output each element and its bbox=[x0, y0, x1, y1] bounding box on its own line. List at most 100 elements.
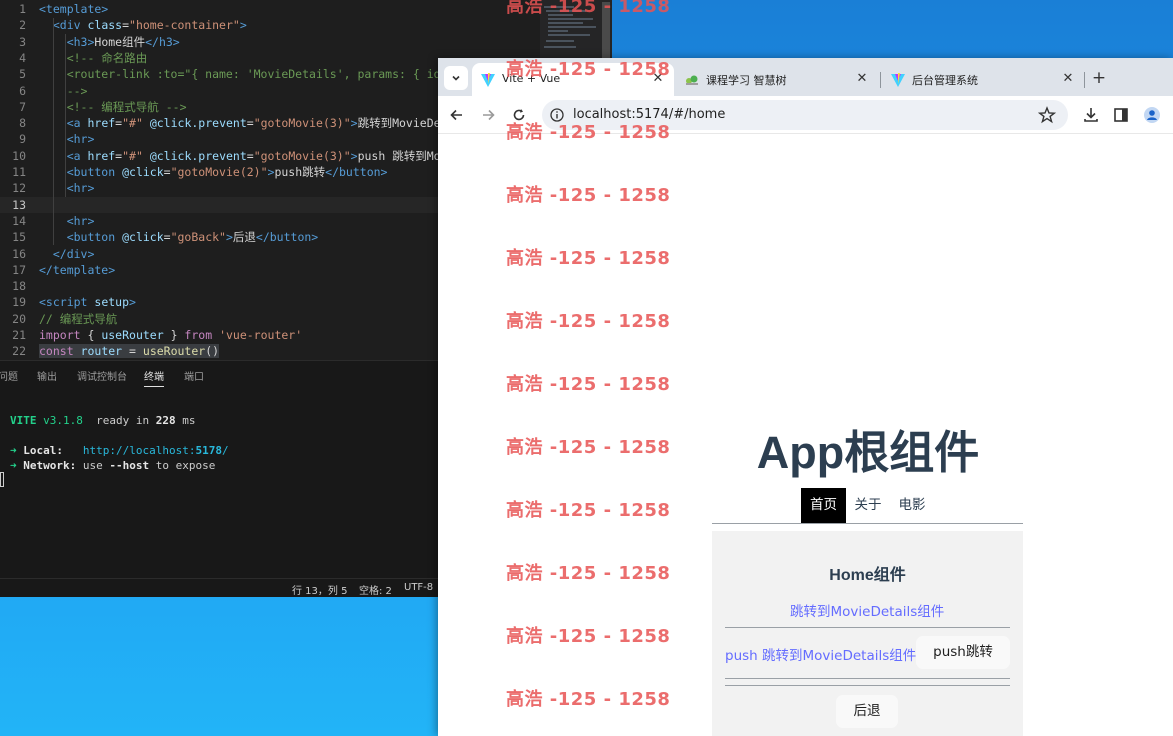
code-text: </div> bbox=[39, 246, 95, 261]
status-indentation[interactable]: 空格: 2 bbox=[359, 582, 392, 597]
panel-tab-terminal[interactable]: 终端 bbox=[144, 368, 164, 387]
code-text: <div class="home-container"> bbox=[39, 18, 247, 33]
app-nav: 首页 关于 电影 bbox=[712, 488, 1023, 524]
terminal-network-line: ➜ Network: use --host to expose bbox=[10, 459, 216, 472]
back-button[interactable] bbox=[446, 104, 468, 126]
panel-tab-debug-console[interactable]: 调试控制台 bbox=[77, 368, 127, 383]
code-text: import { useRouter } from 'vue-router' bbox=[39, 328, 303, 342]
code-text: --> bbox=[39, 83, 88, 98]
watermark-text: 高浩 -125 - 1258 bbox=[506, 374, 671, 395]
tab-label: 后台管理系统 bbox=[912, 74, 978, 87]
new-tab-button[interactable]: + bbox=[1088, 67, 1110, 89]
watermark-text: 高浩 -125 - 1258 bbox=[506, 185, 671, 206]
divider bbox=[725, 685, 1010, 686]
nav-link-movie[interactable]: 电影 bbox=[890, 488, 934, 523]
line-number: 13 bbox=[12, 197, 26, 212]
watermark-text: 高浩 -125 - 1258 bbox=[506, 689, 671, 710]
line-number: 6 bbox=[19, 83, 26, 98]
close-icon[interactable]: ✕ bbox=[1059, 70, 1077, 88]
code-text: <h3>Home组件</h3> bbox=[39, 34, 180, 49]
zhihuishu-icon bbox=[686, 75, 698, 85]
line-number: 15 bbox=[12, 230, 26, 245]
watermark-text: 高浩 -125 - 1258 bbox=[506, 626, 671, 647]
vite-icon bbox=[481, 73, 495, 87]
line-number: 20 bbox=[12, 311, 26, 326]
code-text: <button @click="goBack">后退</button> bbox=[39, 230, 319, 245]
watermark-text: 高浩 -125 - 1258 bbox=[506, 500, 671, 521]
line-number: 22 bbox=[12, 344, 26, 359]
watermark-text: 高浩 -125 - 1258 bbox=[506, 59, 671, 80]
download-icon[interactable] bbox=[1082, 106, 1100, 124]
code-line[interactable]: 2 <div class="home-container"> bbox=[0, 17, 612, 33]
terminal-local-line: ➜ Local: http://localhost:5178/ bbox=[10, 444, 229, 457]
profile-icon[interactable] bbox=[1143, 106, 1161, 124]
home-title: Home组件 bbox=[829, 567, 906, 584]
terminal-vite-line: VITE v3.1.8 ready in 228 ms bbox=[10, 414, 196, 427]
panel-tab-ports[interactable]: 端口 bbox=[184, 368, 204, 383]
star-icon[interactable] bbox=[1038, 106, 1056, 124]
line-number: 1 bbox=[19, 2, 26, 16]
push-button[interactable]: push跳转 bbox=[916, 636, 1010, 669]
panel-tab-output[interactable]: 输出 bbox=[37, 368, 57, 383]
line-number: 9 bbox=[19, 132, 26, 147]
watermark-text: 高浩 -125 - 1258 bbox=[506, 0, 671, 17]
code-text: // 编程式导航 bbox=[39, 311, 118, 326]
tab-search-button[interactable] bbox=[444, 66, 468, 90]
line-number: 16 bbox=[12, 246, 26, 261]
code-text: <router-link :to="{ name: 'MovieDetails'… bbox=[39, 67, 448, 82]
goto-movie-link[interactable]: 跳转到MovieDetails组件 bbox=[790, 600, 944, 620]
watermark-text: 高浩 -125 - 1258 bbox=[506, 122, 671, 143]
divider bbox=[725, 678, 1010, 679]
code-line[interactable]: 3 <h3>Home组件</h3> bbox=[0, 34, 612, 50]
line-number: 17 bbox=[12, 262, 26, 277]
code-text: <a href="#" @click.prevent="gotoMovie(3)… bbox=[39, 148, 455, 163]
line-number: 5 bbox=[19, 67, 26, 82]
terminal-cursor bbox=[0, 472, 4, 487]
code-text: <a href="#" @click.prevent="gotoMovie(3)… bbox=[39, 116, 455, 131]
line-number: 8 bbox=[19, 116, 26, 131]
chevron-down-icon bbox=[452, 75, 460, 81]
code-text: <hr> bbox=[39, 132, 95, 147]
line-number: 14 bbox=[12, 213, 26, 228]
status-encoding[interactable]: UTF-8 bbox=[404, 582, 433, 593]
arrow-right-icon bbox=[483, 109, 495, 121]
line-number: 19 bbox=[12, 295, 26, 310]
line-number: 7 bbox=[19, 99, 26, 114]
status-cursor-position[interactable]: 行 13，列 5 bbox=[292, 582, 347, 597]
vite-icon bbox=[891, 73, 905, 87]
forward-button[interactable] bbox=[477, 104, 499, 126]
code-text: <script setup> bbox=[39, 295, 136, 310]
line-number: 11 bbox=[12, 165, 26, 179]
code-text: <button @click="gotoMovie(2)">push跳转</bu… bbox=[39, 165, 388, 179]
arrow-left-icon bbox=[450, 109, 462, 121]
close-icon[interactable]: ✕ bbox=[853, 70, 871, 88]
code-text: <!-- 编程式导航 --> bbox=[39, 99, 187, 114]
line-number: 21 bbox=[12, 328, 26, 342]
divider bbox=[725, 627, 1010, 628]
line-number: 4 bbox=[19, 50, 26, 65]
code-text: <!-- 命名路由 bbox=[39, 50, 148, 65]
code-text: <template> bbox=[39, 2, 109, 16]
nav-link-about[interactable]: 关于 bbox=[846, 488, 890, 523]
line-number: 3 bbox=[19, 34, 26, 49]
watermark-text: 高浩 -125 - 1258 bbox=[506, 248, 671, 269]
watermark-text: 高浩 -125 - 1258 bbox=[506, 563, 671, 584]
plus-icon: + bbox=[1091, 68, 1107, 88]
push-goto-movie-link[interactable]: push 跳转到MovieDetails组件 bbox=[725, 644, 916, 664]
tab-label: 课程学习 智慧树 bbox=[706, 74, 787, 87]
browser-tab-admin[interactable]: 后台管理系统 ✕ bbox=[882, 63, 1082, 96]
code-text: <hr> bbox=[39, 181, 95, 196]
browser-tab-zhihuishu[interactable]: 课程学习 智慧树 ✕ bbox=[676, 63, 876, 96]
code-text: <hr> bbox=[39, 213, 95, 228]
nav-link-home[interactable]: 首页 bbox=[801, 488, 846, 523]
code-text: const router = useRouter() bbox=[39, 344, 220, 359]
watermark-text: 高浩 -125 - 1258 bbox=[506, 437, 671, 458]
back-button-page[interactable]: 后退 bbox=[836, 695, 898, 728]
line-number: 18 bbox=[12, 279, 26, 294]
line-number: 2 bbox=[19, 18, 26, 33]
home-container: Home组件 跳转到MovieDetails组件 push 跳转到MovieDe… bbox=[712, 531, 1023, 736]
watermark-text: 高浩 -125 - 1258 bbox=[506, 311, 671, 332]
panel-tab-problems[interactable]: 问题 bbox=[0, 368, 18, 383]
line-number: 12 bbox=[12, 181, 26, 196]
side-panel-icon[interactable] bbox=[1112, 106, 1130, 124]
